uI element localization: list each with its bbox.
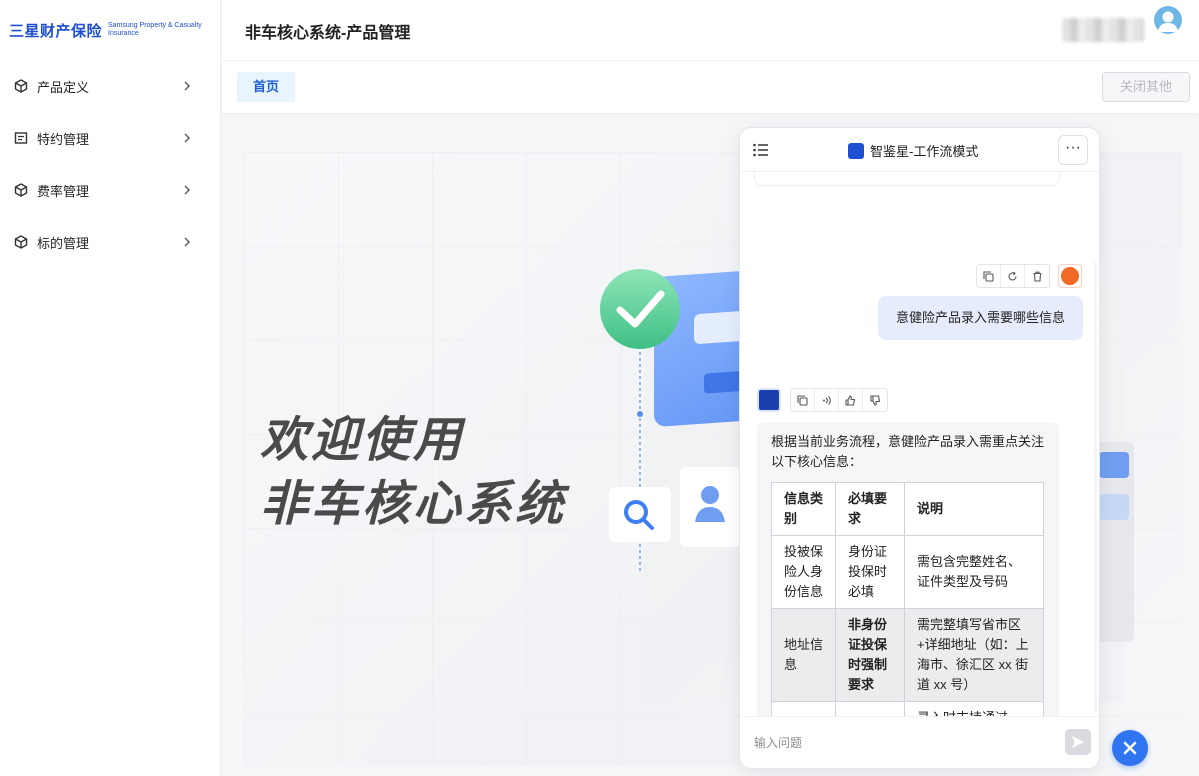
cube-icon <box>14 235 28 249</box>
tab-home[interactable]: 首页 <box>237 72 296 102</box>
table-header-cell: 信息类别 <box>771 482 836 536</box>
company-logo[interactable]: 三星财产保险 Samsung Property & Casualty Insur… <box>0 0 220 60</box>
table-cell-note: 需完整填写省市区+详细地址（如：上海市、徐汇区 xx 街道 xx 号） <box>904 608 1044 702</box>
thumbs-up-icon[interactable] <box>839 389 863 411</box>
sidebar-item-special-agreement[interactable]: 特约管理 <box>0 112 220 164</box>
table-header-row: 信息类别 必填要求 说明 <box>771 482 1044 536</box>
table-cell-category: 地址信息 <box>771 608 836 702</box>
welcome-title-line2: 非车核心系统 <box>260 478 567 531</box>
copy-icon[interactable] <box>977 265 1001 287</box>
thumbs-down-icon[interactable] <box>863 389 887 411</box>
tab-bar: 首页 关闭其他 <box>222 60 1199 113</box>
user-message-actions <box>976 264 1050 288</box>
bot-logo-icon <box>848 142 864 159</box>
table-row: 地址信息 非身份证投保时强制要求 需完整填写省市区+详细地址（如：上海市、徐汇区… <box>771 608 1044 702</box>
sidebar-item-label: 特约管理 <box>37 131 90 147</box>
table-cell-required: 身份证投保时必填 <box>835 535 905 609</box>
sidebar-item-subject-management[interactable]: 标的管理 <box>0 216 220 268</box>
bot-message-actions <box>790 388 888 412</box>
user-name-blurred[interactable] <box>1062 18 1144 42</box>
chat-title-text: 智鉴星-工作流模式 <box>870 144 979 159</box>
table-cell-note: 需包含完整姓名、证件类型及号码 <box>904 535 1044 609</box>
top-header: 非车核心系统-产品管理 <box>222 0 1199 60</box>
table-cell-category: 投被保险人身份信息 <box>771 535 836 609</box>
menu-list-icon[interactable] <box>753 143 769 157</box>
chat-title: 智鉴星-工作流模式 <box>848 141 978 160</box>
more-options-button[interactable]: ··· <box>1058 135 1088 165</box>
document-icon <box>14 131 28 145</box>
page-title: 非车核心系统-产品管理 <box>245 25 411 42</box>
question-input[interactable] <box>754 729 1054 757</box>
sidebar: 三星财产保险 Samsung Property & Casualty Insur… <box>0 0 221 776</box>
user-message-bubble: 意健险产品录入需要哪些信息 <box>878 296 1083 340</box>
sidebar-item-rate-management[interactable]: 费率管理 <box>0 164 220 216</box>
sidebar-item-label: 产品定义 <box>37 79 90 95</box>
refresh-icon[interactable] <box>1001 265 1025 287</box>
person-icon <box>1061 267 1079 285</box>
chevron-right-icon <box>182 185 192 195</box>
delete-icon[interactable] <box>1025 265 1049 287</box>
bot-intro-text: 根据当前业务流程，意健险产品录入需重点关注以下核心信息： <box>771 434 1045 469</box>
chat-header: 智鉴星-工作流模式 ··· <box>740 128 1099 172</box>
table-row: 投被保险人身份信息 身份证投保时必填 需包含完整姓名、证件类型及号码 <box>771 535 1044 609</box>
sidebar-item-label: 标的管理 <box>37 235 90 251</box>
info-table: 信息类别 必填要求 说明 投被保险人身份信息 身份证投保时必填 需包含完整姓名、… <box>771 482 1044 718</box>
chat-input-bar <box>740 716 1099 768</box>
close-icon <box>1123 741 1137 755</box>
send-icon <box>1072 736 1084 748</box>
sidebar-item-label: 费率管理 <box>37 183 90 199</box>
logo-main-text: 三星财产保险 <box>9 22 103 40</box>
user-avatar-icon <box>1158 11 1178 32</box>
chevron-right-icon <box>182 237 192 247</box>
bot-chat-avatar <box>757 388 781 412</box>
chevron-right-icon <box>182 81 192 91</box>
table-cell-required: 非身份证投保时强制要求 <box>835 608 905 702</box>
welcome-title-line1: 欢迎使用 <box>260 414 465 467</box>
sidebar-nav: 产品定义 特约管理 费率管理 标的管理 <box>0 60 220 268</box>
logo-sub-text: Samsung Property & Casualty Insurance <box>108 22 202 37</box>
table-header-cell: 说明 <box>904 482 1044 536</box>
send-button[interactable] <box>1065 729 1091 755</box>
user-chat-avatar <box>1058 264 1082 288</box>
speaker-icon[interactable] <box>815 389 839 411</box>
user-avatar[interactable] <box>1154 6 1182 34</box>
bot-message-bubble: 根据当前业务流程，意健险产品录入需重点关注以下核心信息： 信息类别 必填要求 说… <box>757 422 1059 718</box>
close-others-button[interactable]: 关闭其他 <box>1102 72 1190 102</box>
previous-message-card <box>754 172 1060 186</box>
close-chat-button[interactable] <box>1112 730 1148 766</box>
copy-icon[interactable] <box>791 389 815 411</box>
chat-messages: 意健险产品录入需要哪些信息 根据当前业务流程，意健险产品录入需重点关注以下核心信… <box>740 172 1099 718</box>
table-header-cell: 必填要求 <box>835 482 905 536</box>
ai-chat-panel: 智鉴星-工作流模式 ··· 意健险产品录入需要哪些信息 根据当前业务流程，意健险… <box>739 127 1100 769</box>
cube-icon <box>14 183 28 197</box>
chat-scrollbar[interactable] <box>1094 262 1097 712</box>
sidebar-item-product-definition[interactable]: 产品定义 <box>0 60 220 112</box>
cube-icon <box>14 79 28 93</box>
chevron-right-icon <box>182 133 192 143</box>
